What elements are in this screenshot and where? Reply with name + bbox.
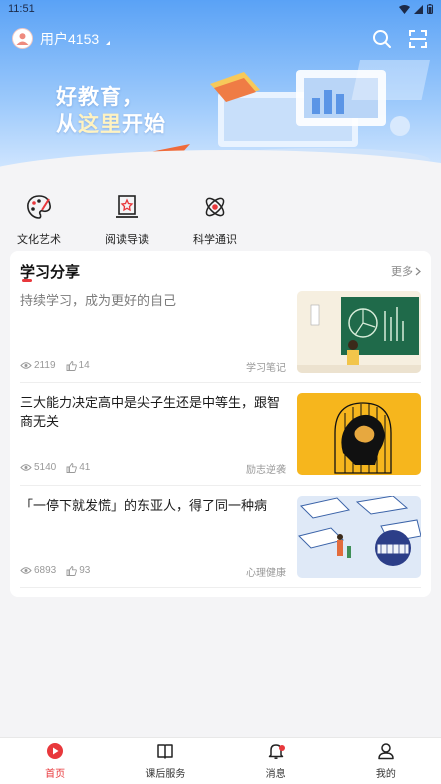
reading-book-icon xyxy=(112,192,142,222)
tab-after-school[interactable]: 课后服务 xyxy=(110,738,220,784)
like-count: 41 xyxy=(79,462,91,473)
view-count: 5140 xyxy=(34,462,57,473)
username: 用户4153 xyxy=(40,30,100,47)
status-time: 11:51 xyxy=(8,3,35,15)
article-item[interactable]: 持续学习，成为更好的自己 2119 14 学习笔记 xyxy=(20,291,421,383)
atom-icon xyxy=(200,192,230,222)
view-count: 2119 xyxy=(34,360,56,371)
thumbs-up-icon xyxy=(66,565,78,576)
tab-mine[interactable]: 我的 xyxy=(331,738,441,784)
book-icon xyxy=(157,744,174,759)
article-title: 持续学习，成为更好的自己 xyxy=(20,293,177,308)
wifi-icon xyxy=(399,4,410,14)
palette-icon xyxy=(24,192,54,222)
notification-dot xyxy=(278,745,285,751)
article-item[interactable]: 三大能力决定高中是尖子生还是中等生，跟智商无关 5140 41 励志逆袭 xyxy=(20,393,421,486)
bottom-tab-bar: 首页 课后服务 消息 我的 xyxy=(0,737,441,784)
tab-messages[interactable]: 消息 xyxy=(221,738,331,784)
article-thumbnail xyxy=(297,393,421,475)
battery-icon xyxy=(427,4,433,14)
article-tag: 心理健康 xyxy=(246,568,286,579)
article-tag: 学习笔记 xyxy=(246,363,286,374)
chevron-right-icon xyxy=(415,267,421,275)
category-science[interactable]: 科学通识 xyxy=(190,192,240,247)
eye-icon xyxy=(20,362,32,369)
caret-icon xyxy=(106,40,111,45)
article-thumbnail xyxy=(297,291,421,373)
eye-icon xyxy=(20,464,32,471)
scan-icon[interactable] xyxy=(407,28,429,50)
signal-icon xyxy=(414,4,423,14)
like-count: 14 xyxy=(78,360,90,371)
section-title: 学习分享 xyxy=(20,261,80,282)
article-title: 三大能力决定高中是尖子生还是中等生，跟智商无关 xyxy=(20,395,281,429)
article-title: 「一停下就发慌」的东亚人，得了同一种病 xyxy=(20,498,268,513)
view-count: 6893 xyxy=(34,565,57,576)
like-count: 93 xyxy=(79,565,91,576)
banner-slogan: 好教育， 从这里开始 xyxy=(56,86,166,136)
category-culture-art[interactable]: 文化艺术 xyxy=(14,192,64,247)
avatar xyxy=(12,28,33,49)
search-icon[interactable] xyxy=(371,28,393,50)
article-tag: 励志逆袭 xyxy=(246,465,286,476)
article-thumbnail xyxy=(297,496,421,578)
more-link[interactable]: 更多 xyxy=(391,263,421,279)
header-banner: 11:51 用户4153 好教育， 从这里开始 xyxy=(0,0,441,185)
status-bar: 11:51 xyxy=(0,0,441,18)
thumbs-up-icon xyxy=(66,462,78,473)
user-profile-entry[interactable]: 用户4153 xyxy=(12,28,111,49)
eye-icon xyxy=(20,567,32,574)
user-icon xyxy=(378,743,394,760)
category-reading-guide[interactable]: 阅读导读 xyxy=(102,192,152,247)
category-row: 文化艺术 阅读导读 科学通识 xyxy=(14,192,240,247)
home-play-icon xyxy=(47,743,64,759)
learning-share-card: 学习分享 更多 持续学习，成为更好的自己 2119 14 学习笔记 三大能力决定… xyxy=(10,251,431,597)
article-item[interactable]: 「一停下就发慌」的东亚人，得了同一种病 6893 93 心理健康 xyxy=(20,496,421,588)
tab-home[interactable]: 首页 xyxy=(0,738,110,784)
thumbs-up-icon xyxy=(66,360,77,371)
